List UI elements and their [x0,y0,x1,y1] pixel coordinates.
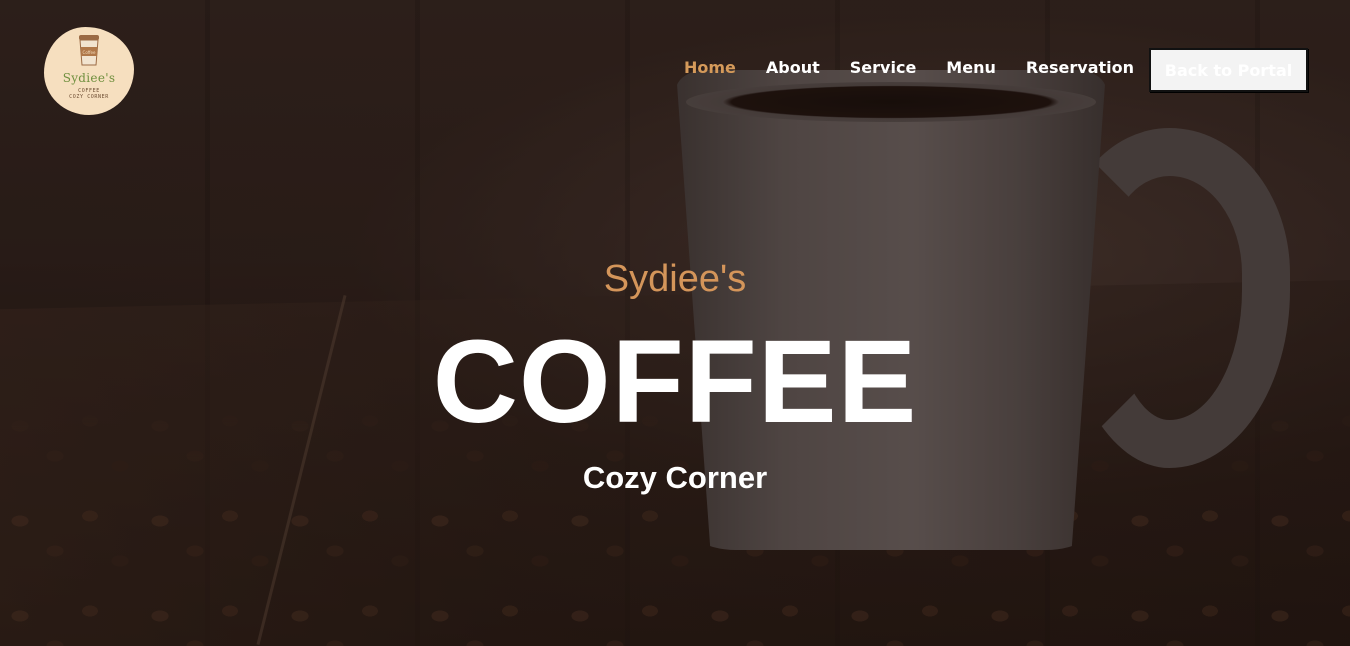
nav-home[interactable]: Home [684,58,736,78]
svg-text:Coffee: Coffee [83,50,96,55]
nav-reservation[interactable]: Reservation [1026,58,1134,78]
nav-about[interactable]: About [766,58,820,78]
nav-service[interactable]: Service [850,58,917,78]
hero-brand: Sydiee's [603,258,747,300]
logo-title: Sydiee's [62,71,116,85]
hero-title: COFFEE [432,316,918,448]
nav-menu[interactable]: Menu [946,58,996,78]
back-to-portal-button[interactable]: Back to Portal [1149,48,1308,92]
site-logo[interactable]: Coffee Sydiee's COFFEE COZY CORNER [44,27,134,115]
main-nav: Home About Service Menu Reservation [684,58,1164,78]
hero-subtitle: Cozy Corner [582,460,768,495]
coffee-cup-icon: Coffee [79,35,99,66]
logo-subtitle-cozy-corner: COZY CORNER [69,94,109,100]
hero-section: Coffee Sydiee's COFFEE COZY CORNER Home … [0,0,1350,646]
